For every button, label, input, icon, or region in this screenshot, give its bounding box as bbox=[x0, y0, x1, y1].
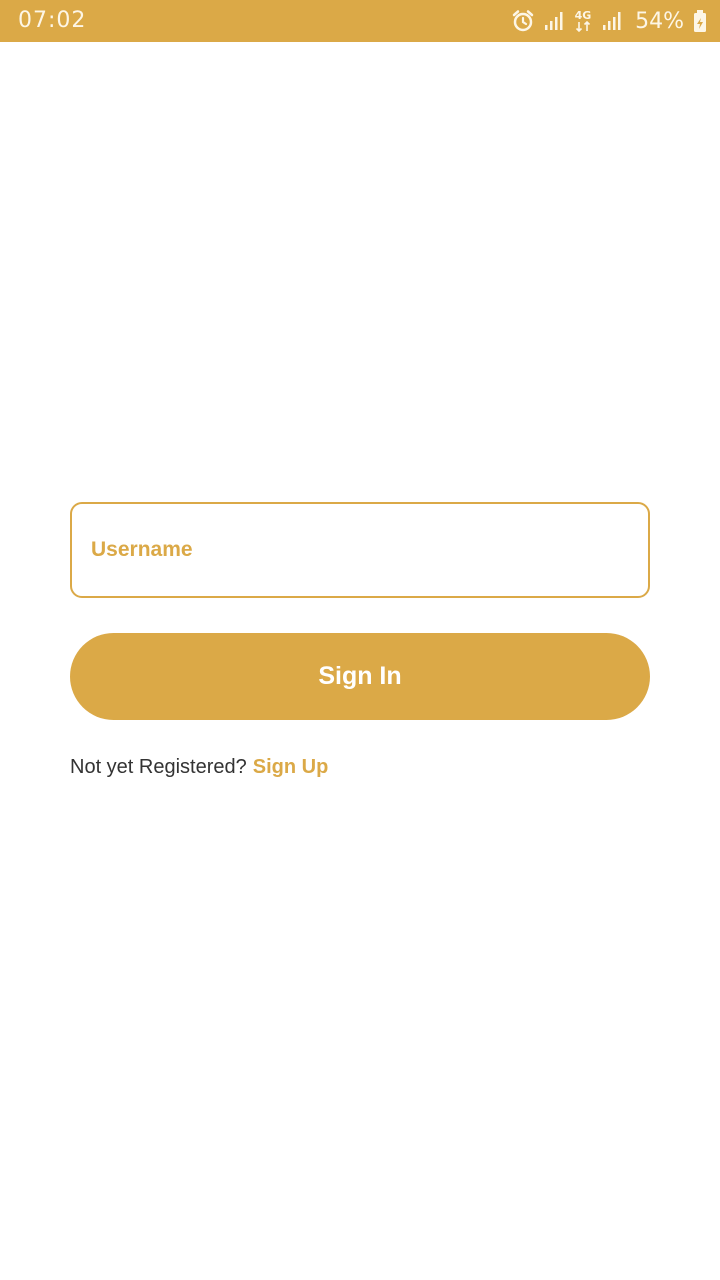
username-input[interactable] bbox=[91, 504, 631, 596]
register-prompt-text: Not yet Registered? bbox=[70, 755, 247, 778]
network-type-label: 4G bbox=[575, 9, 592, 22]
signal-icon bbox=[543, 10, 565, 32]
battery-charging-icon bbox=[692, 9, 708, 33]
network-4g-icon: 4G bbox=[573, 8, 593, 34]
sign-in-button[interactable]: Sign In bbox=[70, 633, 650, 720]
status-time: 07:02 bbox=[18, 8, 87, 33]
sign-up-link[interactable]: Sign Up bbox=[253, 756, 329, 779]
battery-percentage: 54% bbox=[635, 8, 684, 34]
username-field[interactable] bbox=[70, 502, 650, 598]
status-icons: 4G 54% bbox=[511, 6, 708, 36]
signal-icon bbox=[601, 10, 623, 32]
status-bar: 07:02 4G 54% bbox=[0, 0, 720, 42]
register-prompt-row: Not yet Registered? Sign Up bbox=[70, 753, 328, 781]
alarm-icon bbox=[511, 9, 535, 33]
